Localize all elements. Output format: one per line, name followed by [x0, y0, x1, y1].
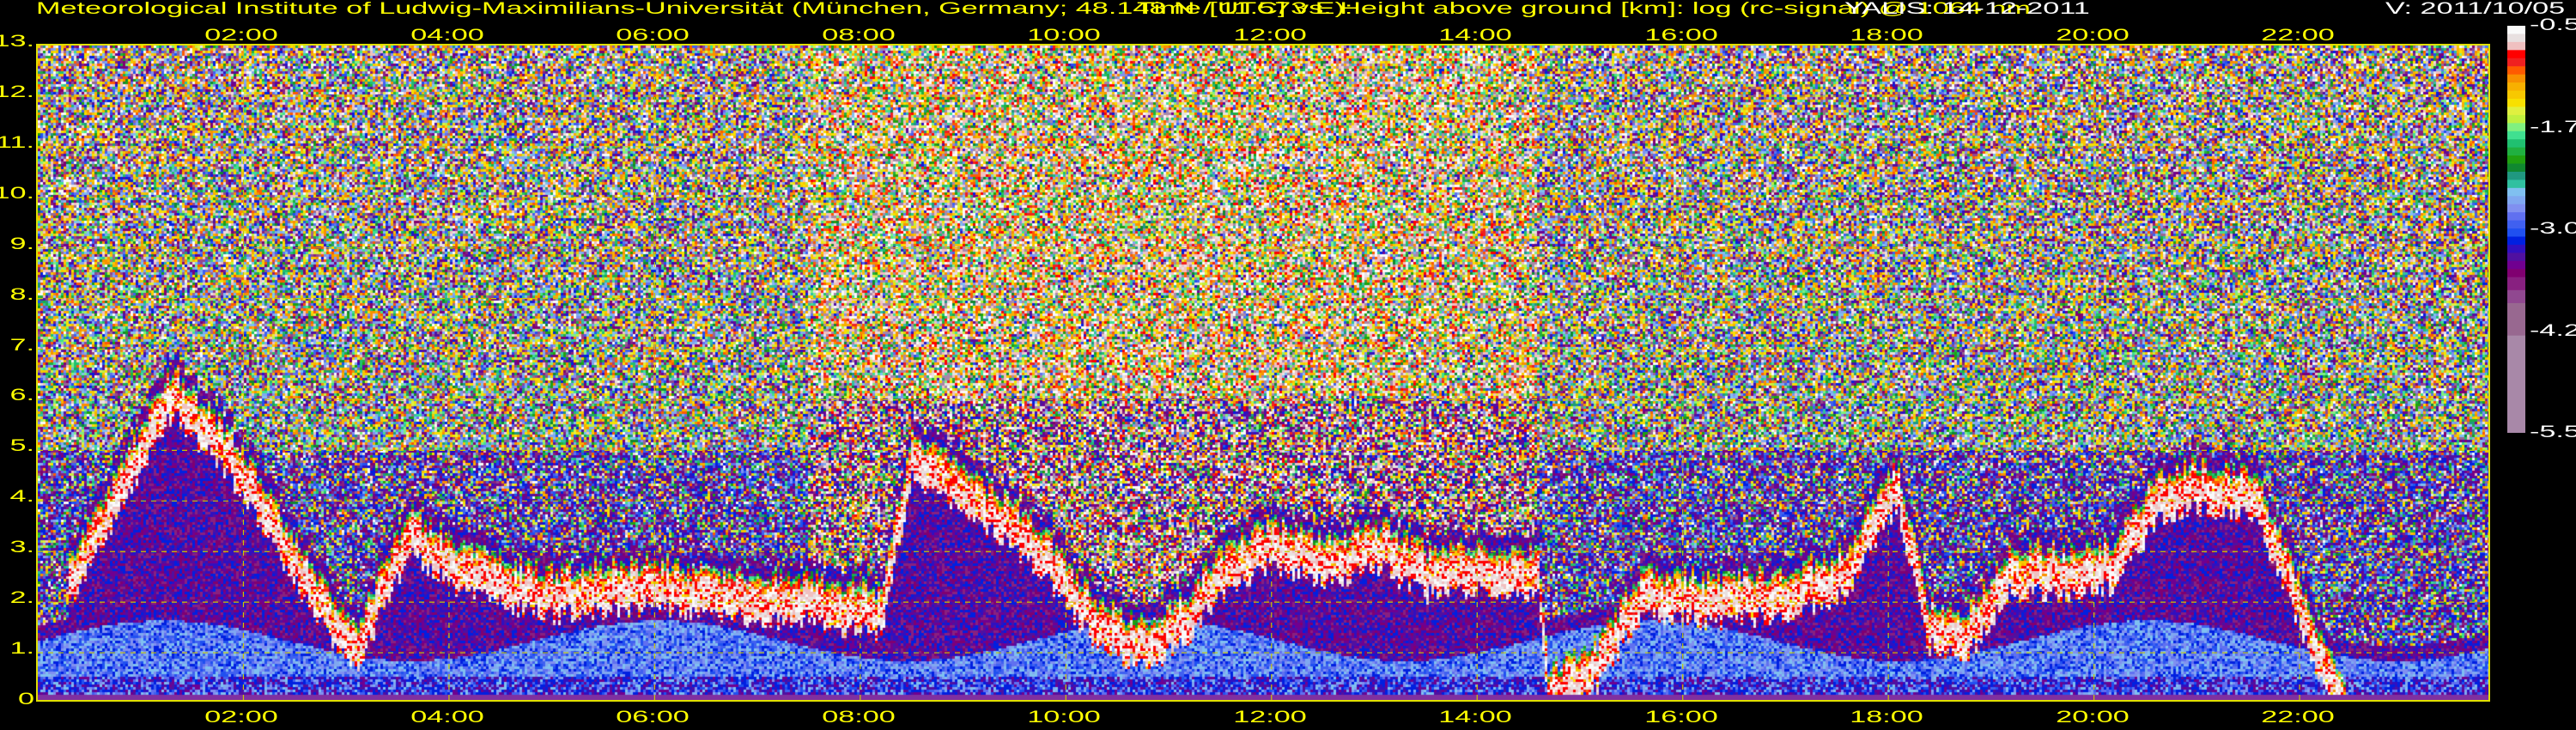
- x-tick-label-top: 04:00: [410, 27, 484, 45]
- colorbar-segment: [2507, 289, 2525, 304]
- colorbar: [2507, 26, 2525, 433]
- x-tick-label-bottom: 02:00: [204, 709, 279, 727]
- x-tick-label-top: 06:00: [616, 27, 690, 45]
- colorbar-segment: [2507, 244, 2525, 253]
- y-tick-label: 1.: [9, 640, 34, 659]
- x-tick-label-top: 08:00: [822, 27, 896, 45]
- colorbar-segment: [2507, 90, 2525, 100]
- grid-lines: [38, 46, 2488, 700]
- y-tick-label: 4.: [9, 488, 34, 507]
- x-tick-label-bottom: 18:00: [1850, 709, 1923, 727]
- version-label: V: 2011/10/05: [2385, 0, 2566, 18]
- colorbar-segment: [2507, 220, 2525, 229]
- x-tick-label-bottom: 20:00: [2055, 709, 2129, 727]
- x-tick-label-top: 10:00: [1027, 27, 1102, 45]
- y-tick-label: 2.: [9, 589, 34, 608]
- colorbar-segment: [2507, 171, 2525, 180]
- y-tick-label: 3.: [9, 538, 34, 557]
- y-tick-label: 6.: [9, 386, 34, 405]
- colorbar-segment: [2507, 302, 2525, 337]
- colorbar-segment: [2507, 66, 2525, 76]
- colorbar-label: -5.50: [2530, 423, 2576, 441]
- colorbar-segment: [2507, 252, 2525, 262]
- colorbar-segment: [2507, 155, 2525, 165]
- x-tick-label-bottom: 12:00: [1232, 709, 1307, 727]
- x-tick-label-top: 14:00: [1438, 27, 1513, 45]
- colorbar-segment: [2507, 114, 2525, 124]
- colorbar-segment: [2507, 260, 2525, 270]
- x-tick-label-top: 22:00: [2261, 27, 2335, 45]
- colorbar-segment: [2507, 74, 2525, 83]
- x-tick-label-bottom: 14:00: [1438, 709, 1513, 727]
- x-tick-label-bottom: 10:00: [1027, 709, 1102, 727]
- x-tick-label-bottom: 16:00: [1643, 709, 1718, 727]
- colorbar-segment: [2507, 147, 2525, 156]
- colorbar-segment: [2507, 139, 2525, 149]
- colorbar-segment: [2507, 33, 2525, 43]
- colorbar-segment: [2507, 228, 2525, 237]
- colorbar-segment: [2507, 277, 2525, 291]
- colorbar-segment: [2507, 98, 2525, 107]
- instrument-date: YALIS: 14-12-2011: [1844, 0, 2090, 18]
- x-tick-label-top: 16:00: [1643, 27, 1718, 45]
- y-tick-label: 7.: [9, 336, 34, 355]
- colorbar-segment: [2507, 179, 2525, 189]
- x-tick-label-bottom: 04:00: [410, 709, 484, 727]
- lidar-heatmap: [36, 44, 2490, 702]
- y-tick-label: 9.: [9, 234, 34, 253]
- x-tick-label-bottom: 06:00: [616, 709, 690, 727]
- x-tick-label-bottom: 22:00: [2261, 709, 2335, 727]
- colorbar-segment: [2507, 212, 2525, 222]
- colorbar-segment: [2507, 236, 2525, 246]
- colorbar-segment: [2507, 196, 2525, 205]
- y-tick-label: 8.: [9, 285, 34, 304]
- colorbar-label: -4.25: [2530, 321, 2576, 340]
- x-tick-label-bottom: 08:00: [822, 709, 896, 727]
- x-tick-label-top: 18:00: [1850, 27, 1923, 45]
- x-tick-label-top: 02:00: [204, 27, 279, 45]
- colorbar-segment: [2507, 50, 2525, 59]
- colorbar-segment: [2507, 131, 2525, 140]
- colorbar-segment: [2507, 41, 2525, 51]
- y-tick-label: 12.: [0, 82, 34, 101]
- y-tick-label: 11.: [0, 133, 34, 152]
- colorbar-segment: [2507, 123, 2525, 132]
- colorbar-segment: [2507, 82, 2525, 92]
- y-tick-label: 10.: [0, 184, 34, 203]
- colorbar-segment: [2507, 335, 2525, 433]
- colorbar-segment: [2507, 269, 2525, 278]
- x-tick-label-top: 12:00: [1232, 27, 1307, 45]
- colorbar-label: -3.00: [2530, 220, 2576, 238]
- colorbar-segment: [2507, 204, 2525, 213]
- y-tick-label: 13.: [0, 33, 34, 51]
- y-tick-label: 5.: [9, 437, 34, 456]
- colorbar-segment: [2507, 187, 2525, 197]
- colorbar-segment: [2507, 163, 2525, 173]
- colorbar-label: -0.50: [2530, 16, 2576, 34]
- colorbar-label: -1.75: [2530, 118, 2576, 137]
- colorbar-segment: [2507, 26, 2525, 34]
- x-tick-label-top: 20:00: [2055, 27, 2129, 45]
- colorbar-segment: [2507, 58, 2525, 67]
- colorbar-segment: [2507, 106, 2525, 116]
- y-tick-label: 0: [17, 690, 34, 709]
